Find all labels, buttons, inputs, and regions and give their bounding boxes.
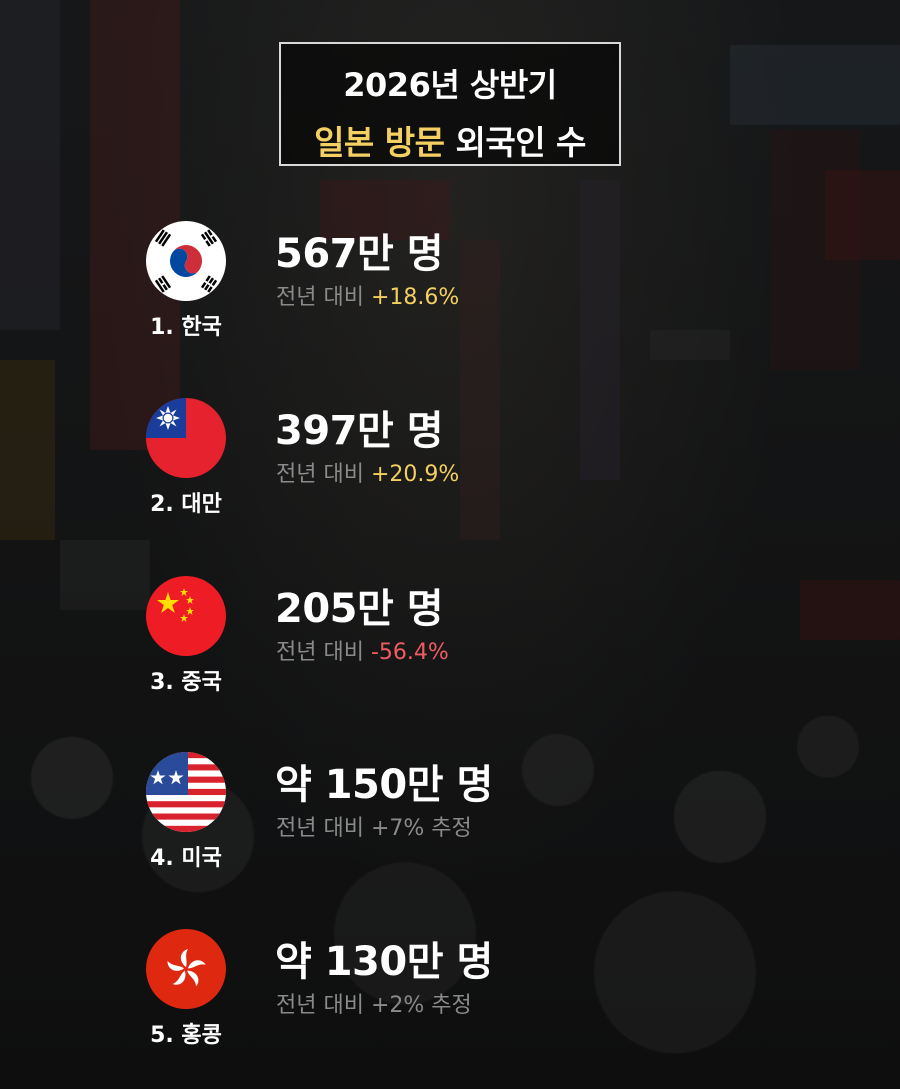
yoy-change-prefix: 전년 대비 xyxy=(276,993,371,1018)
visitor-count: 약 150만 명 xyxy=(275,762,493,808)
rank-label: 5. 홍콩 xyxy=(150,1023,222,1048)
yoy-change-value: +2% 추정 xyxy=(370,993,472,1018)
ranking-row: 3. 중국 205만 명 전년 대비 -56.4% xyxy=(0,576,900,736)
yoy-change: 전년 대비 +18.6% xyxy=(276,279,459,311)
yoy-change-value: +18.6% xyxy=(370,285,460,310)
visitor-count: 567만 명 xyxy=(275,231,444,277)
visitor-count: 약 130만 명 xyxy=(275,939,493,985)
title-line-1: 2026년 상반기 xyxy=(343,66,557,104)
visitor-count: 397만 명 xyxy=(275,408,444,454)
taiwan-flag-icon xyxy=(146,398,226,478)
yoy-change-prefix: 전년 대비 xyxy=(276,285,371,310)
title-line-2: 일본 방문 외국인 수 xyxy=(281,116,619,164)
yoy-change-value: +7% 추정 xyxy=(370,816,472,841)
yoy-change: 전년 대비 +20.9% xyxy=(276,456,459,488)
title-box: 2026년 상반기 일본 방문 외국인 수 xyxy=(279,42,621,166)
hong-kong-flag-icon xyxy=(146,929,226,1009)
title-highlight: 일본 방문 xyxy=(314,123,445,162)
usa-flag-icon xyxy=(146,752,226,832)
ranking-row: 1. 한국 567만 명 전년 대비 +18.6% xyxy=(0,221,900,381)
yoy-change-prefix: 전년 대비 xyxy=(276,640,371,665)
title-rest: 외국인 수 xyxy=(444,123,586,162)
china-flag-icon xyxy=(146,576,226,656)
yoy-change-value: +20.9% xyxy=(370,462,460,487)
rank-label: 3. 중국 xyxy=(150,670,222,695)
yoy-change-prefix: 전년 대비 xyxy=(276,462,371,487)
visitor-count: 205만 명 xyxy=(275,586,444,632)
ranking-row: 2. 대만 397만 명 전년 대비 +20.9% xyxy=(0,398,900,558)
rank-label: 2. 대만 xyxy=(150,492,222,517)
rank-label: 4. 미국 xyxy=(150,846,222,871)
yoy-change-value: -56.4% xyxy=(370,640,449,665)
ranking-row: 4. 미국 약 150만 명 전년 대비 +7% 추정 xyxy=(0,752,900,912)
south-korea-flag-icon xyxy=(146,221,226,301)
yoy-change-prefix: 전년 대비 xyxy=(276,816,371,841)
rank-label: 1. 한국 xyxy=(150,315,222,340)
yoy-change: 전년 대비 +2% 추정 xyxy=(276,987,472,1019)
yoy-change: 전년 대비 -56.4% xyxy=(276,634,449,666)
yoy-change: 전년 대비 +7% 추정 xyxy=(276,810,472,842)
ranking-row: 5. 홍콩 약 130만 명 전년 대비 +2% 추정 xyxy=(0,929,900,1089)
